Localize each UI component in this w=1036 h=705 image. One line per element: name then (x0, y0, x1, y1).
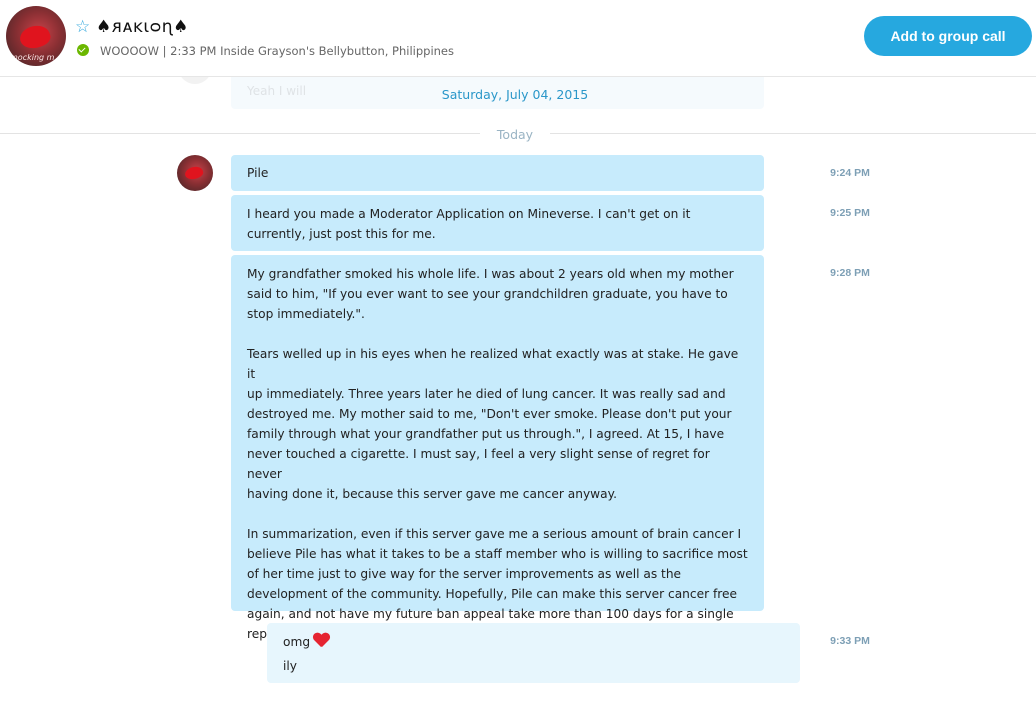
message-bubble[interactable]: I heard you made a Moderator Application… (231, 195, 764, 251)
message-timestamp: 9:33 PM (830, 635, 870, 647)
message-timestamp: 9:24 PM (830, 167, 870, 179)
avatar-image-shape (183, 164, 205, 182)
star-outline-icon[interactable]: ☆ (75, 19, 90, 36)
message-text: My grandfather smoked his whole life. I … (247, 267, 748, 641)
contact-avatar[interactable]: mocking m (6, 6, 66, 66)
message-bubble[interactable]: Pile (231, 155, 764, 191)
message-text: I heard you made a Moderator Application… (247, 207, 691, 241)
sender-avatar[interactable] (177, 155, 213, 191)
contact-name[interactable]: ♠ᴙᴀᴋɩᴑɳ♠ (96, 17, 189, 37)
date-separator: Saturday, July 04, 2015 (441, 87, 589, 102)
conversation-header: mocking m ☆ ♠ᴙᴀᴋɩᴑɳ♠ WOOOOW | 2:33 PM In… (0, 0, 1036, 77)
avatar-image-shape (17, 21, 53, 53)
message-bubble[interactable]: My grandfather smoked his whole life. I … (231, 255, 764, 641)
mood-message: WOOOOW | 2:33 PM Inside Grayson's Bellyb… (100, 44, 455, 58)
sent-message-bubble[interactable]: omg ily (267, 623, 800, 683)
message-timestamp: 9:28 PM (830, 267, 870, 279)
message-text: Pile (247, 166, 269, 180)
message-text: omg (283, 635, 311, 649)
message-text: ily (283, 659, 297, 673)
heart-icon (313, 633, 330, 648)
add-to-group-call-button[interactable]: Add to group call (864, 16, 1032, 56)
online-check-icon (77, 44, 89, 56)
message-timestamp: 9:25 PM (830, 207, 870, 219)
avatar-caption: mocking m (10, 53, 55, 62)
today-label: Today (480, 127, 550, 142)
message-line: omg (283, 632, 784, 652)
